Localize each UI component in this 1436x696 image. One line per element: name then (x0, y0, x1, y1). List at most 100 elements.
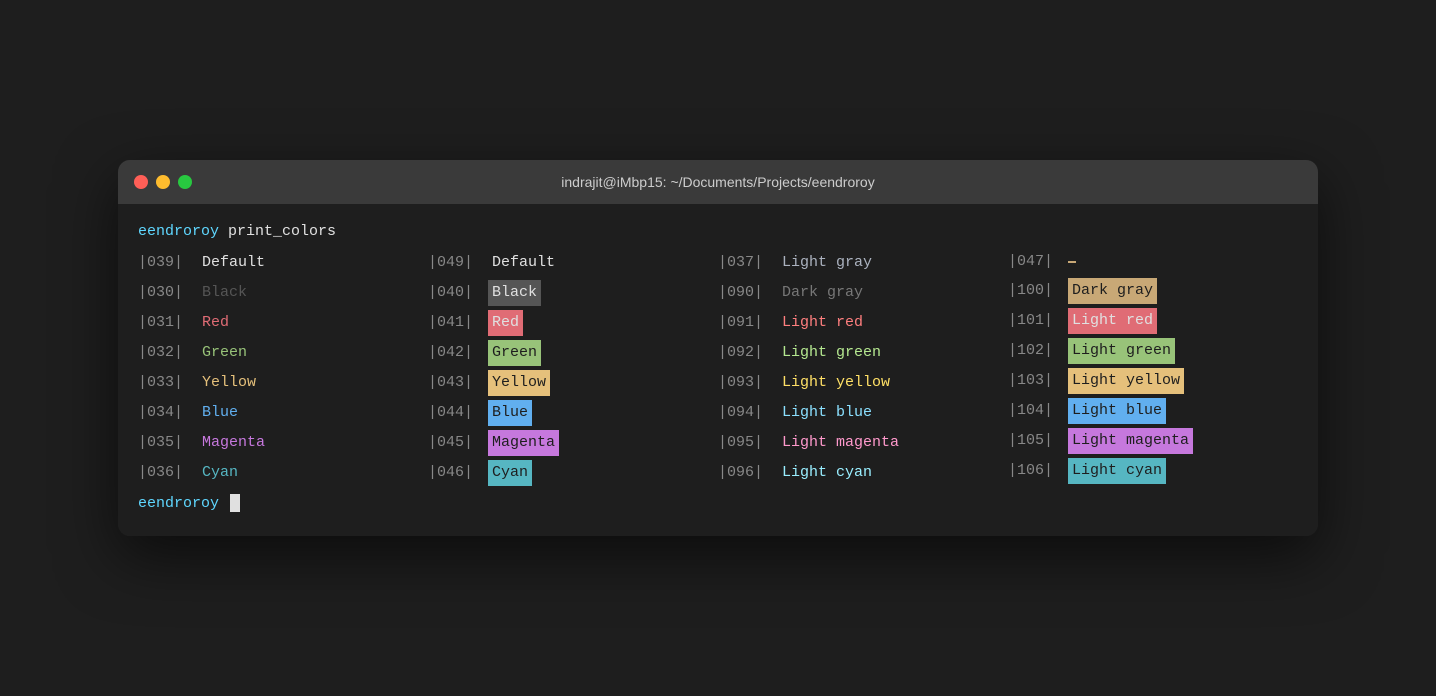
table-row: |090|Dark gray (718, 278, 1008, 308)
titlebar: indrajit@iMbp15: ~/Documents/Projects/ee… (118, 160, 1318, 204)
table-row: |104|Light blue (1008, 396, 1298, 426)
color-code: |091| (718, 311, 778, 335)
color-label: Light cyan (1068, 458, 1166, 484)
color-label: Magenta (488, 430, 559, 456)
table-row: |045|Magenta (428, 428, 718, 458)
table-row: |033|Yellow (138, 368, 428, 398)
table-row: |092|Light green (718, 338, 1008, 368)
table-row: |030|Black (138, 278, 428, 308)
color-label: Light magenta (1068, 428, 1193, 454)
table-row: |037|Light gray (718, 248, 1008, 278)
table-row: |042|Green (428, 338, 718, 368)
color-label: Magenta (198, 430, 269, 456)
traffic-lights (134, 175, 192, 189)
color-label: Blue (488, 400, 532, 426)
color-label: Light green (1068, 338, 1175, 364)
color-code: |037| (718, 251, 778, 275)
color-label: Cyan (198, 460, 242, 486)
color-label: Red (198, 310, 233, 336)
bottom-prompt: eendroroy (138, 495, 219, 512)
close-button[interactable] (134, 175, 148, 189)
table-row: |100|Dark gray (1008, 276, 1298, 306)
color-code: |105| (1008, 429, 1068, 453)
color-code: |041| (428, 311, 488, 335)
table-row: |039|Default (138, 248, 428, 278)
color-code: |047| (1008, 250, 1068, 274)
table-row: |047| (1008, 248, 1298, 276)
color-code: |042| (428, 341, 488, 365)
color-label: Light cyan (778, 460, 876, 486)
terminal-window: indrajit@iMbp15: ~/Documents/Projects/ee… (118, 160, 1318, 536)
table-row: |091|Light red (718, 308, 1008, 338)
color-column-0: |039|Default|030|Black|031|Red|032|Green… (138, 248, 428, 488)
color-label: Green (488, 340, 541, 366)
color-label: Default (488, 250, 559, 276)
color-code: |030| (138, 281, 198, 305)
color-label: Light green (778, 340, 885, 366)
color-code: |092| (718, 341, 778, 365)
color-code: |106| (1008, 459, 1068, 483)
minimize-button[interactable] (156, 175, 170, 189)
table-row: |043|Yellow (428, 368, 718, 398)
color-code: |032| (138, 341, 198, 365)
table-row: |044|Blue (428, 398, 718, 428)
color-label: Yellow (198, 370, 260, 396)
color-label: Light gray (778, 250, 876, 276)
table-row: |095|Light magenta (718, 428, 1008, 458)
command-line: eendroroy print_colors (138, 220, 1298, 244)
color-code: |033| (138, 371, 198, 395)
color-label: Yellow (488, 370, 550, 396)
color-code: |046| (428, 461, 488, 485)
color-label: Green (198, 340, 251, 366)
color-column-3: |047||100|Dark gray|101|Light red|102|Li… (1008, 248, 1298, 488)
color-code: |100| (1008, 279, 1068, 303)
color-label: Black (488, 280, 541, 306)
color-label: Red (488, 310, 523, 336)
table-row: |046|Cyan (428, 458, 718, 488)
table-row: |096|Light cyan (718, 458, 1008, 488)
color-code: |034| (138, 401, 198, 425)
color-label: Dark gray (778, 280, 867, 306)
color-code: |101| (1008, 309, 1068, 333)
bottom-prompt-line: eendroroy (138, 492, 1298, 516)
color-label: Light red (778, 310, 867, 336)
color-label: Black (198, 280, 251, 306)
color-label: Cyan (488, 460, 532, 486)
color-column-1: |049|Default|040|Black |041|Red|042|Green… (428, 248, 718, 488)
table-row: |049|Default (428, 248, 718, 278)
table-row: |034|Blue (138, 398, 428, 428)
color-code: |035| (138, 431, 198, 455)
color-code: |094| (718, 401, 778, 425)
color-code: |103| (1008, 369, 1068, 393)
color-label: Light blue (1068, 398, 1166, 424)
color-label (1068, 261, 1076, 263)
table-row: |102|Light green (1008, 336, 1298, 366)
table-row: |106|Light cyan (1008, 456, 1298, 486)
window-title: indrajit@iMbp15: ~/Documents/Projects/ee… (561, 174, 874, 190)
table-row: |032|Green (138, 338, 428, 368)
color-label: Light yellow (1068, 368, 1184, 394)
command-text: print_colors (228, 223, 336, 240)
color-code: |039| (138, 251, 198, 275)
color-label: Light blue (778, 400, 876, 426)
table-row: |040|Black (428, 278, 718, 308)
color-label: Blue (198, 400, 242, 426)
color-code: |104| (1008, 399, 1068, 423)
table-row: |093|Light yellow (718, 368, 1008, 398)
table-row: |103|Light yellow (1008, 366, 1298, 396)
color-grid: |039|Default|030|Black|031|Red|032|Green… (138, 248, 1298, 488)
table-row: |035|Magenta (138, 428, 428, 458)
maximize-button[interactable] (178, 175, 192, 189)
color-code: |095| (718, 431, 778, 455)
color-code: |102| (1008, 339, 1068, 363)
color-code: |093| (718, 371, 778, 395)
color-label: Default (198, 250, 269, 276)
terminal-body[interactable]: eendroroy print_colors |039|Default|030|… (118, 204, 1318, 536)
color-code: |049| (428, 251, 488, 275)
table-row: |105|Light magenta (1008, 426, 1298, 456)
color-code: |036| (138, 461, 198, 485)
color-label: Dark gray (1068, 278, 1157, 304)
color-code: |090| (718, 281, 778, 305)
cursor (230, 494, 240, 512)
table-row: |101|Light red (1008, 306, 1298, 336)
